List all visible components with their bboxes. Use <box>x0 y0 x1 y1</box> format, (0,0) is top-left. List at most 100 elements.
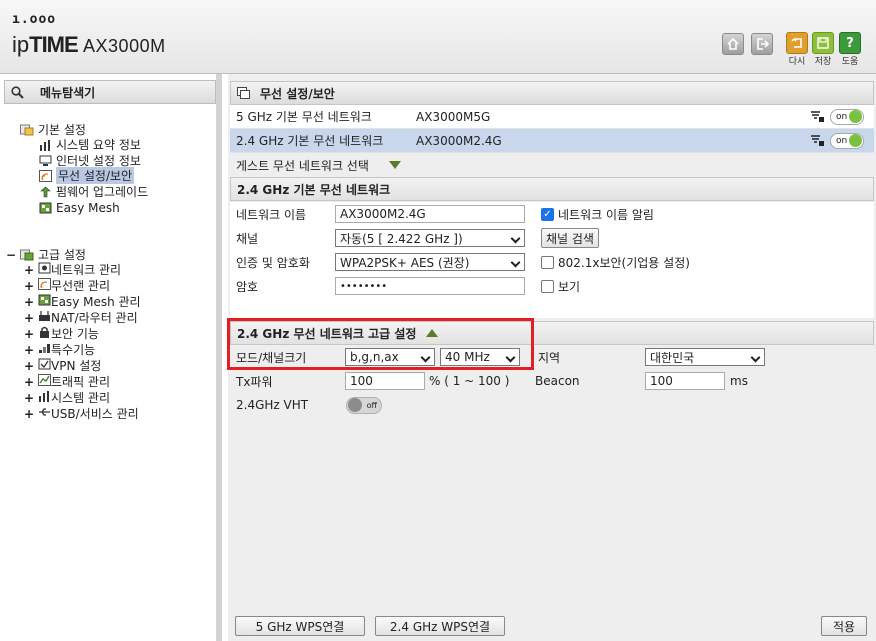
show-password-checkbox[interactable] <box>541 279 554 293</box>
auth-row: 인증 및 암호화 WPA2PSK+ AES (권장) 802.1x보안(기업용 … <box>230 250 874 274</box>
expand-icon[interactable]: + <box>24 311 34 325</box>
expand-icon[interactable]: + <box>24 375 34 389</box>
network-name-input[interactable]: AX3000M2.4G <box>335 205 525 223</box>
expand-icon[interactable]: + <box>24 279 34 293</box>
broadcast-label: 네트워크 이름 알림 <box>558 207 654 222</box>
filter-lock-icon[interactable] <box>811 135 824 146</box>
sidebar-item-internet-info[interactable]: 인터넷 설정 정보 <box>38 153 141 168</box>
beacon-label: Beacon <box>535 374 580 388</box>
guest-network-row[interactable]: 게스트 무선 네트워크 선택 <box>230 153 874 177</box>
sidebar-item-security[interactable]: + 보안 기능 <box>24 326 99 342</box>
sidebar-item-firmware[interactable]: 펌웨어 업그레이드 <box>38 184 148 199</box>
filter-lock-icon[interactable] <box>811 111 824 122</box>
undo-button[interactable] <box>786 32 808 54</box>
sidebar-item-easy-mesh[interactable]: Easy Mesh <box>38 200 120 215</box>
network-row-5ghz[interactable]: 5 GHz 기본 무선 네트워크 AX3000M5G on <box>230 105 874 129</box>
highlight-box <box>227 318 534 370</box>
tx-label: Tx파워 <box>236 374 273 389</box>
tx-row: Tx파워 100 % ( 1 ~ 100 ) Beacon 100 ms <box>230 369 874 393</box>
channel-search-button[interactable]: 채널 검색 <box>541 228 599 248</box>
toggle-label: on <box>836 135 848 146</box>
sidebar-item-label: 무선랜 관리 <box>51 279 111 293</box>
beacon-input[interactable]: 100 <box>645 372 725 390</box>
special-icon <box>38 342 51 357</box>
password-row: 암호 •••••••• 보기 <box>230 274 874 298</box>
network-label: 5 GHz 기본 무선 네트워크 <box>236 110 372 124</box>
save-label: 저장 <box>814 57 832 67</box>
expand-icon[interactable]: + <box>24 343 34 357</box>
sidebar-item-label: 특수기능 <box>51 343 96 357</box>
sidebar-item-label: NAT/라우터 관리 <box>51 311 138 325</box>
password-label: 암호 <box>236 279 259 294</box>
traffic-icon <box>38 374 51 389</box>
sidebar-item-label: Easy Mesh 관리 <box>51 295 141 309</box>
toggle-knob <box>849 110 862 123</box>
logout-icon <box>757 38 769 50</box>
sidebar-item-network[interactable]: + 네트워크 관리 <box>24 262 121 277</box>
sidebar-item-label: VPN 설정 <box>51 359 102 373</box>
sidebar-item-label: 시스템 요약 정보 <box>56 138 141 152</box>
network-ssid: AX3000M5G <box>416 109 491 124</box>
vht-toggle-label: off <box>366 400 377 410</box>
network-toggle-24ghz[interactable]: on <box>830 132 864 149</box>
auth-select[interactable]: WPA2PSK+ AES (권장) <box>335 253 525 271</box>
folder-icon <box>20 123 34 136</box>
broadcast-checkbox[interactable]: ✓ <box>541 207 554 221</box>
sidebar-item-label: 네트워크 관리 <box>51 263 122 277</box>
channel-row: 채널 자동(5 [ 2.422 GHz ]) 채널 검색 <box>230 226 874 250</box>
channel-label: 채널 <box>236 231 259 246</box>
sidebar-item-label: 트래픽 관리 <box>51 375 111 389</box>
guest-network-label: 게스트 무선 네트워크 선택 <box>236 158 369 173</box>
sidebar-item-nat-router[interactable]: + NAT/라우터 관리 <box>24 310 138 326</box>
sidebar-item-label: 무선 설정/보안 <box>56 167 135 184</box>
mesh-icon <box>38 294 51 309</box>
wps-24ghz-button[interactable]: 2.4 GHz WPS연결 <box>375 616 505 636</box>
sidebar-item-wireless-security[interactable]: 무선 설정/보안 <box>38 167 135 184</box>
expand-icon[interactable]: + <box>24 359 34 373</box>
collapse-icon[interactable]: − <box>6 248 16 262</box>
main-header: 무선 설정/보안 <box>230 81 874 105</box>
home-icon <box>727 37 739 50</box>
password-input[interactable]: •••••••• <box>335 277 525 295</box>
expand-icon[interactable]: + <box>24 295 34 309</box>
expand-icon[interactable]: + <box>24 327 34 341</box>
sidebar-item-special[interactable]: + 특수기능 <box>24 342 96 358</box>
sidebar-item-label: 시스템 관리 <box>51 391 111 405</box>
network-row-24ghz[interactable]: 2.4 GHz 기본 무선 네트워크 AX3000M2.4G on <box>230 129 874 153</box>
show-password-label: 보기 <box>558 279 581 294</box>
undo-label: 다시 <box>788 57 806 67</box>
sidebar-item-system[interactable]: + 시스템 관리 <box>24 390 111 406</box>
expand-icon[interactable]: + <box>24 407 34 421</box>
search-icon <box>11 85 24 99</box>
enterprise-checkbox[interactable] <box>541 255 554 269</box>
expand-icon[interactable]: + <box>24 263 34 277</box>
sidebar-item-label: 펌웨어 업그레이드 <box>56 185 149 199</box>
sidebar-item-wlan[interactable]: + 무선랜 관리 <box>24 278 110 293</box>
home-button[interactable] <box>722 33 744 55</box>
router-icon <box>38 310 51 325</box>
sidebar-item-usb[interactable]: + USB/서비스 관리 <box>24 406 139 422</box>
spacer-row <box>230 298 874 318</box>
apply-button[interactable]: 적용 <box>821 616 867 636</box>
expand-arrow-icon[interactable] <box>389 161 401 169</box>
sidebar-item-traffic[interactable]: + 트래픽 관리 <box>24 374 110 389</box>
logout-button[interactable] <box>751 33 773 55</box>
sidebar-item-label: Easy Mesh <box>56 200 120 215</box>
header: ı.ooo ipTIME AX3000M 다시 저장 ? 도움 <box>0 0 876 74</box>
auth-label: 인증 및 암호화 <box>236 255 310 270</box>
region-select[interactable]: 대한민국 <box>645 348 765 366</box>
vht-toggle[interactable]: off <box>346 396 382 414</box>
channel-select[interactable]: 자동(5 [ 2.422 GHz ]) <box>335 229 525 247</box>
vpn-icon <box>38 358 51 373</box>
sidebar-item-vpn[interactable]: + VPN 설정 <box>24 358 101 373</box>
sidebar-item-system-summary[interactable]: 시스템 요약 정보 <box>38 137 141 152</box>
wps-5ghz-button[interactable]: 5 GHz WPS연결 <box>235 616 365 636</box>
help-button[interactable]: ? <box>839 32 861 54</box>
tx-power-input[interactable]: 100 <box>345 372 425 390</box>
expand-icon[interactable]: + <box>24 391 34 405</box>
save-button[interactable] <box>812 32 834 54</box>
sidebar-item-label: USB/서비스 관리 <box>51 407 139 421</box>
network-toggle-5ghz[interactable]: on <box>830 108 864 125</box>
vht-row: 2.4GHz VHT off <box>230 393 874 417</box>
sidebar-item-easy-mesh-admin[interactable]: + Easy Mesh 관리 <box>24 294 141 309</box>
